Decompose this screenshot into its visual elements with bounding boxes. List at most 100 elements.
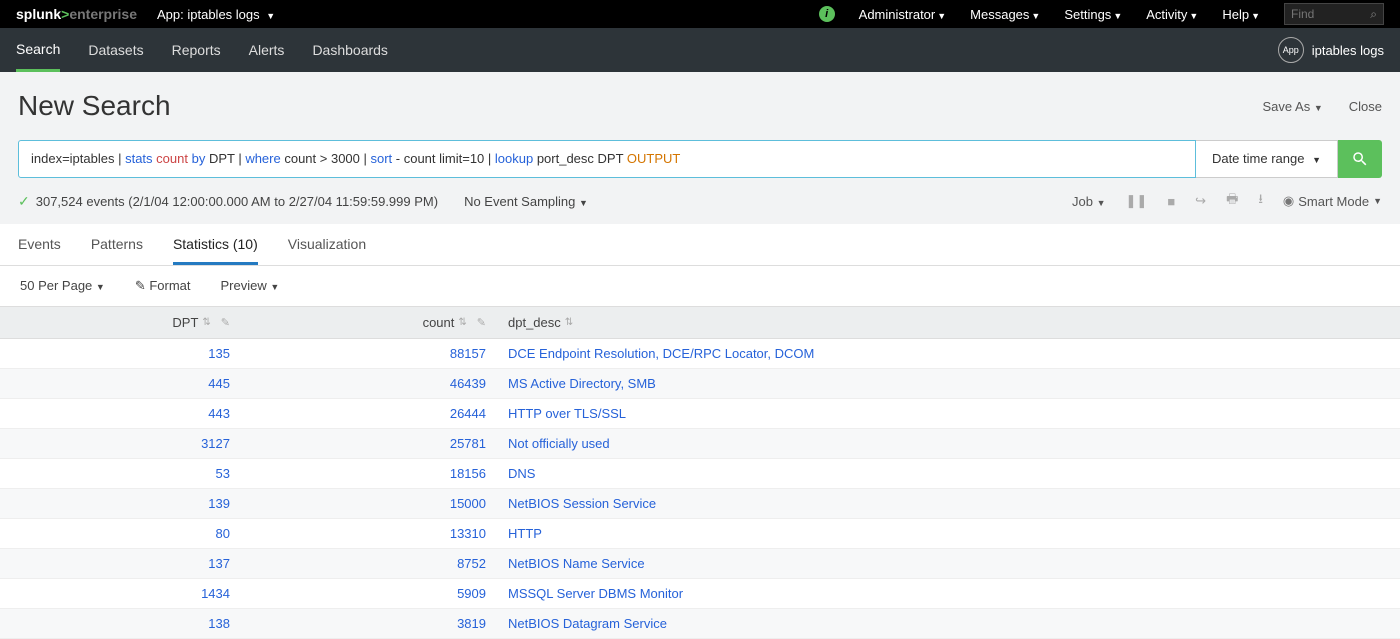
logo: splunk>enterprise <box>16 6 137 22</box>
caret-down-icon: ▼ <box>1312 155 1321 165</box>
nav-datasets[interactable]: Datasets <box>88 30 143 70</box>
table-row: 44326444HTTP over TLS/SSL <box>0 399 1400 429</box>
cell-desc[interactable]: NetBIOS Session Service <box>496 489 1400 518</box>
table-row: 14345909MSSQL Server DBMS Monitor <box>0 579 1400 609</box>
search-input[interactable]: index=iptables | stats count by DPT | wh… <box>18 140 1196 178</box>
close-button[interactable]: Close <box>1349 99 1382 114</box>
caret-down-icon: ▼ <box>937 11 946 21</box>
time-range-picker[interactable]: Date time range ▼ <box>1196 140 1338 178</box>
bulb-icon: ◉ <box>1283 193 1294 209</box>
app-selector[interactable]: App: iptables logs ▼ <box>157 7 275 22</box>
search-row: index=iptables | stats count by DPT | wh… <box>18 140 1382 178</box>
event-count-label: 307,524 events (2/1/04 12:00:00.000 AM t… <box>36 194 438 209</box>
cell-count[interactable]: 3819 <box>240 609 496 638</box>
cell-count[interactable]: 13310 <box>240 519 496 548</box>
cell-count[interactable]: 25781 <box>240 429 496 458</box>
tab-patterns[interactable]: Patterns <box>91 226 143 265</box>
search-button[interactable] <box>1338 140 1382 178</box>
cell-dpt[interactable]: 137 <box>0 549 240 578</box>
caret-down-icon: ▼ <box>579 198 588 208</box>
cell-dpt[interactable]: 138 <box>0 609 240 638</box>
print-icon[interactable]: 🖶 <box>1226 190 1238 212</box>
nav-dashboards[interactable]: Dashboards <box>312 30 388 70</box>
table-header: DPT⇅✎ count⇅✎ dpt_desc⇅ <box>0 306 1400 339</box>
download-icon[interactable]: ⭳ <box>1258 190 1263 212</box>
activity-menu[interactable]: Activity▼ <box>1146 7 1198 22</box>
caret-down-icon: ▼ <box>270 282 279 292</box>
cell-dpt[interactable]: 3127 <box>0 429 240 458</box>
save-as-button[interactable]: Save As ▼ <box>1263 99 1323 114</box>
cell-desc[interactable]: NetBIOS Name Service <box>496 549 1400 578</box>
cell-desc[interactable]: HTTP over TLS/SSL <box>496 399 1400 428</box>
nav-alerts[interactable]: Alerts <box>249 30 285 70</box>
cell-dpt[interactable]: 443 <box>0 399 240 428</box>
stop-icon[interactable]: ■ <box>1167 194 1175 209</box>
app-circle-icon: App <box>1278 37 1304 63</box>
tab-visualization[interactable]: Visualization <box>288 226 366 265</box>
cell-count[interactable]: 26444 <box>240 399 496 428</box>
top-bar: splunk>enterprise App: iptables logs ▼ i… <box>0 0 1400 28</box>
cell-dpt[interactable]: 53 <box>0 459 240 488</box>
logo-part2: enterprise <box>69 6 137 22</box>
messages-menu[interactable]: Messages▼ <box>970 7 1040 22</box>
cell-count[interactable]: 15000 <box>240 489 496 518</box>
cell-desc[interactable]: MS Active Directory, SMB <box>496 369 1400 398</box>
find-input[interactable] <box>1291 7 1361 21</box>
check-icon: ✓ <box>18 193 30 210</box>
cell-count[interactable]: 46439 <box>240 369 496 398</box>
table-row: 1378752NetBIOS Name Service <box>0 549 1400 579</box>
cell-count[interactable]: 88157 <box>240 339 496 368</box>
header: New Search Save As ▼ Close index=iptable… <box>0 72 1400 224</box>
caret-down-icon: ▼ <box>1097 198 1106 208</box>
cell-dpt[interactable]: 445 <box>0 369 240 398</box>
info-icon[interactable]: i <box>819 6 835 22</box>
event-sampling-menu[interactable]: No Event Sampling ▼ <box>464 194 588 209</box>
caret-down-icon: ▼ <box>1113 11 1122 21</box>
caret-down-icon: ▼ <box>1189 11 1198 21</box>
table-row: 1383819NetBIOS Datagram Service <box>0 609 1400 639</box>
cell-desc[interactable]: HTTP <box>496 519 1400 548</box>
pencil-icon: ✎ <box>477 316 486 329</box>
settings-menu[interactable]: Settings▼ <box>1064 7 1122 22</box>
app-selector-label: App: iptables logs <box>157 7 260 22</box>
table-controls: 50 Per Page ▼ ✎ Format Preview ▼ <box>0 266 1400 306</box>
status-row: ✓ 307,524 events (2/1/04 12:00:00.000 AM… <box>18 178 1382 224</box>
search-icon <box>1351 150 1369 168</box>
cell-desc[interactable]: Not officially used <box>496 429 1400 458</box>
job-menu[interactable]: Job ▼ <box>1072 194 1106 209</box>
column-header-dpt[interactable]: DPT⇅✎ <box>0 307 240 338</box>
column-header-desc[interactable]: dpt_desc⇅ <box>496 307 1400 338</box>
nav-search[interactable]: Search <box>16 29 60 72</box>
per-page-menu[interactable]: 50 Per Page ▼ <box>20 278 105 294</box>
cell-count[interactable]: 18156 <box>240 459 496 488</box>
smart-mode-menu[interactable]: ◉Smart Mode ▼ <box>1283 193 1382 209</box>
cell-count[interactable]: 8752 <box>240 549 496 578</box>
preview-menu[interactable]: Preview ▼ <box>221 278 280 294</box>
table-body: 13588157DCE Endpoint Resolution, DCE/RPC… <box>0 339 1400 639</box>
administrator-menu[interactable]: Administrator▼ <box>859 7 947 22</box>
table-row: 5318156DNS <box>0 459 1400 489</box>
tab-statistics[interactable]: Statistics (10) <box>173 226 258 265</box>
format-menu[interactable]: ✎ Format <box>135 278 191 294</box>
table-row: 13588157DCE Endpoint Resolution, DCE/RPC… <box>0 339 1400 369</box>
tab-events[interactable]: Events <box>18 226 61 265</box>
app-badge: App iptables logs <box>1278 37 1384 63</box>
table-row: 8013310HTTP <box>0 519 1400 549</box>
share-icon[interactable]: ↪ <box>1195 193 1206 209</box>
column-header-count[interactable]: count⇅✎ <box>240 307 496 338</box>
find-box[interactable]: ⌕ <box>1284 3 1384 25</box>
nav-reports[interactable]: Reports <box>172 30 221 70</box>
caret-down-icon: ▼ <box>96 282 105 292</box>
cell-desc[interactable]: DCE Endpoint Resolution, DCE/RPC Locator… <box>496 339 1400 368</box>
sort-icon: ⇅ <box>565 317 573 328</box>
cell-desc[interactable]: DNS <box>496 459 1400 488</box>
help-menu[interactable]: Help▼ <box>1222 7 1260 22</box>
caret-down-icon: ▼ <box>1031 11 1040 21</box>
cell-dpt[interactable]: 135 <box>0 339 240 368</box>
cell-dpt[interactable]: 139 <box>0 489 240 518</box>
cell-dpt[interactable]: 80 <box>0 519 240 548</box>
cell-desc[interactable]: NetBIOS Datagram Service <box>496 609 1400 638</box>
pause-icon[interactable]: ❚❚ <box>1126 193 1148 209</box>
table-row: 13915000NetBIOS Session Service <box>0 489 1400 519</box>
app-name-label: iptables logs <box>1312 43 1384 58</box>
